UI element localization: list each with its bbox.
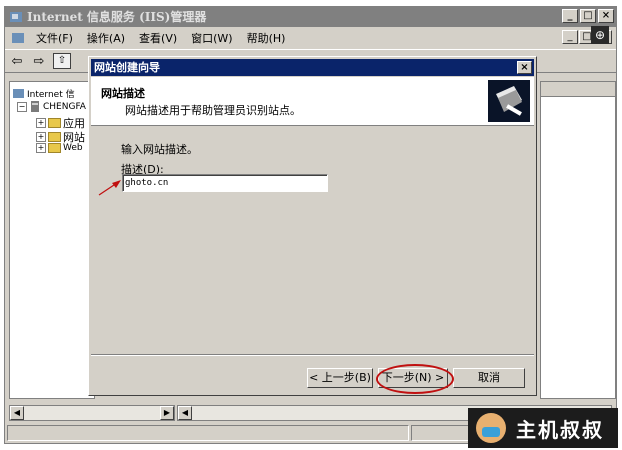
website-creation-wizard: 网站创建向导 × 网站描述 网站描述用于帮助管理员识别站点。 输入网站描述。 描…: [88, 56, 537, 396]
scroll-right-icon[interactable]: ▶: [160, 406, 174, 420]
maximize-button[interactable]: □: [580, 9, 596, 23]
tree-hscrollbar[interactable]: ◀ ▶: [9, 405, 175, 421]
expand-icon[interactable]: +: [36, 143, 46, 153]
wizard-titlebar: 网站创建向导 ×: [91, 59, 534, 76]
wizard-header-title: 网站描述: [101, 87, 145, 100]
tree-root-label: Internet 信: [27, 90, 75, 100]
close-button[interactable]: ×: [598, 9, 614, 23]
menu-help[interactable]: 帮助(H): [240, 30, 293, 46]
window-title: Internet 信息服务 (IIS)管理器: [27, 10, 207, 24]
wizard-title: 网站创建向导: [94, 61, 160, 74]
watermark-badge: 主机叔叔: [468, 408, 618, 448]
mdi-minimize-button[interactable]: _: [562, 30, 578, 44]
annotation-circle: [376, 364, 454, 394]
tree-root[interactable]: Internet 信: [13, 87, 75, 100]
scroll-left-icon[interactable]: ◀: [10, 406, 24, 420]
menu-action[interactable]: 操作(A): [80, 30, 132, 46]
wizard-intro-text: 输入网站描述。: [121, 143, 198, 156]
wizard-header: 网站描述 网站描述用于帮助管理员识别站点。: [91, 77, 534, 126]
tree-server-label: CHENGFA: [43, 101, 86, 112]
collapse-icon[interactable]: −: [17, 101, 27, 112]
annotation-arrow-icon: [98, 180, 121, 196]
menu-window[interactable]: 窗口(W): [184, 30, 239, 46]
zoom-icon[interactable]: ⊕: [591, 26, 609, 44]
folder-icon: [48, 118, 61, 128]
server-icon: [31, 101, 39, 112]
tree-server[interactable]: − CHENGFA: [17, 101, 86, 112]
watermark-text: 主机叔叔: [516, 417, 604, 442]
expand-icon[interactable]: +: [36, 132, 46, 142]
window-titlebar: Internet 信息服务 (IIS)管理器 _ □ ×: [5, 7, 616, 27]
column-header: [541, 82, 615, 97]
description-input[interactable]: ghoto.cn: [122, 174, 328, 192]
wizard-close-button[interactable]: ×: [517, 61, 532, 74]
folder-icon: [48, 143, 61, 153]
minimize-button[interactable]: _: [562, 9, 578, 23]
menu-file[interactable]: 文件(F): [29, 30, 80, 46]
expand-icon[interactable]: +: [36, 118, 46, 128]
folder-icon: [48, 132, 61, 142]
detail-pane: [540, 81, 616, 399]
wizard-book-icon: [488, 80, 530, 122]
cancel-button[interactable]: 取消: [453, 368, 525, 388]
wizard-header-subtitle: 网站描述用于帮助管理员识别站点。: [125, 104, 301, 117]
tree-pane: Internet 信 − CHENGFA + 应用 + 网站 + Web: [9, 81, 95, 399]
tree-item-label: Web: [63, 143, 83, 153]
scroll-left-icon[interactable]: ◀: [178, 406, 192, 420]
mascot-logo-icon: [476, 413, 506, 443]
menubar: 文件(F) 操作(A) 查看(V) 窗口(W) 帮助(H) _ □ ×: [5, 28, 616, 48]
iis-root-icon: [13, 89, 24, 98]
back-arrow-icon[interactable]: ⇦: [9, 54, 25, 69]
status-cell: [7, 425, 409, 441]
iis-app-icon: [10, 12, 22, 22]
forward-arrow-icon[interactable]: ⇨: [31, 54, 47, 69]
menu-view[interactable]: 查看(V): [132, 30, 184, 46]
up-level-icon[interactable]: ⇧: [53, 53, 71, 69]
back-button[interactable]: < 上一步(B): [307, 368, 373, 388]
wizard-separator: [91, 354, 534, 356]
mmc-icon: [12, 33, 24, 43]
tree-item-webext[interactable]: + Web: [36, 143, 83, 153]
